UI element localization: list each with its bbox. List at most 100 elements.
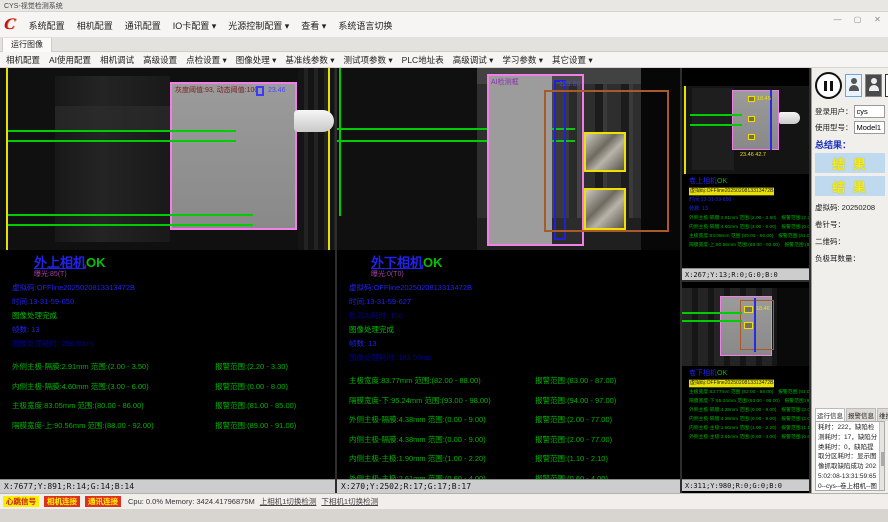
yellow-marker-box bbox=[744, 306, 753, 313]
log-scrollbar[interactable] bbox=[879, 422, 884, 490]
menu-item-light-config[interactable]: 光源控制配置 ▾ bbox=[228, 19, 289, 32]
tool-learning-params[interactable]: 学习参数 ▾ bbox=[502, 54, 543, 66]
pause-button[interactable] bbox=[815, 72, 842, 99]
threshold-overlay-label: 灰度阈值:93, 动态阈值:100 bbox=[175, 85, 258, 95]
tool-test-params[interactable]: 测试项参数 ▾ bbox=[344, 54, 393, 66]
tab-run-image[interactable]: 运行图像 bbox=[2, 37, 52, 52]
run-log-box[interactable]: 耗时：222，缺陷检测耗时：17，缺陷分类耗时：0，缺陷提取分区耗时：显示图像抓… bbox=[815, 421, 885, 491]
tool-advanced-debug[interactable]: 高级调试 ▾ bbox=[453, 54, 494, 66]
yellow-measure-label: 18.46 bbox=[756, 306, 770, 312]
tab-run-info[interactable]: 运行信息 bbox=[815, 408, 845, 421]
yellow-defect-box bbox=[584, 132, 626, 172]
app-logo-icon: C bbox=[3, 16, 16, 34]
processing-done-line: 图像处理完成 bbox=[12, 310, 335, 321]
close-button[interactable]: ✕ bbox=[871, 15, 884, 24]
camera-result-title: 卷上相机OK bbox=[689, 177, 809, 186]
minimize-button[interactable]: — bbox=[831, 15, 844, 24]
camera-panel-outer-lower: AI检测框 123.60 外下相机OK 曝光:0(T0) 虚拟码:OFFline… bbox=[337, 68, 682, 493]
ai-elapsed-line: 检测AI耗时: 106 bbox=[349, 310, 680, 321]
model-input[interactable] bbox=[854, 121, 886, 134]
menubar: C 系统配置 相机配置 通讯配置 IO卡配置 ▾ 光源控制配置 ▾ 查看 ▾ 系… bbox=[0, 12, 888, 38]
machinery-band bbox=[55, 106, 170, 132]
thumbnail-reel-lower[interactable]: 18.46 卷下相机OK 虚拟码:OFFline2025020813313472… bbox=[682, 282, 809, 491]
login-user-input[interactable] bbox=[854, 105, 886, 118]
dark-region bbox=[777, 288, 809, 366]
tool-camera-config[interactable]: 相机配置 bbox=[6, 54, 40, 66]
tool-spot-check[interactable]: 点检设置 ▾ bbox=[186, 54, 227, 66]
menu-item-view[interactable]: 查看 ▾ bbox=[301, 19, 326, 32]
green-guide-line bbox=[8, 224, 253, 226]
toolbar: 相机配置 AI使用配置 相机调试 高级设置 点检设置 ▾ 图像处理 ▾ 基准线参… bbox=[0, 52, 888, 68]
frame-count-line: 帧数: 13 bbox=[689, 206, 791, 214]
lower-camera-switch-link[interactable]: 下相机1切换检测 bbox=[321, 496, 378, 507]
blue-measure-box bbox=[256, 86, 264, 96]
thumbnail-info-upper: 卷上相机OK 虚拟码:OFFline2025020813313472B 时间:1… bbox=[682, 174, 809, 250]
model-row: 使用型号： bbox=[815, 121, 885, 134]
thumbnail-column: 18.45 23.46 42.7 卷上相机OK 虚拟码:OFFline20250… bbox=[682, 68, 811, 493]
thumbnail-image-upper[interactable]: 18.45 23.46 42.7 bbox=[682, 86, 809, 174]
yellow-marker-box bbox=[744, 322, 753, 329]
tab-maintain-info[interactable]: 维护信息 bbox=[877, 408, 888, 421]
alarm-range: 报警范围:(1.10 - 2.10) bbox=[535, 453, 608, 464]
white-connector bbox=[779, 112, 800, 124]
camera-image-outer-lower[interactable]: AI检测框 123.60 bbox=[337, 68, 680, 250]
tab-alarm-info[interactable]: 报警信息 bbox=[846, 408, 876, 421]
alarm-range: 报警范围:(2.00 - 77.00) bbox=[535, 414, 612, 425]
camera-result-title: 外下相机OK bbox=[371, 256, 680, 270]
upper-camera-switch-link[interactable]: 上相机1切换检测 bbox=[260, 496, 317, 507]
tab-strip: 运行图像 bbox=[0, 38, 888, 52]
camera-name: 卷上相机 bbox=[689, 178, 717, 185]
result-box-lower: 结 果 bbox=[815, 176, 885, 196]
measurement-row: 隔膜宽度-上:90.56mm 范围:(88.00 - 92.00)报警范围:(8… bbox=[12, 420, 335, 431]
tool-advanced-settings[interactable]: 高级设置 bbox=[143, 54, 177, 66]
measure-value: 外侧主极-隔膜:4.38mm 范围:(0.00 - 9.00) bbox=[349, 414, 535, 425]
status-bar: 心跳信号 相机连接 通讯连接 Cpu: 0.0% Memory: 3424.41… bbox=[0, 493, 888, 509]
login-row: 登录用户： bbox=[815, 105, 885, 118]
user-login-button[interactable] bbox=[845, 74, 862, 97]
exposure-label: 曝光:0(T0) bbox=[371, 269, 680, 279]
frame-count-line: 帧数: 13 bbox=[349, 338, 680, 349]
measurement-row: 内侧主极-主极:1.90mm 范围:(1.00 - 2.20)报警范围:(1.1… bbox=[349, 453, 680, 464]
measure-value: 隔膜宽度-上:90.56mm 范围:(88.00 - 92.00) bbox=[12, 420, 215, 431]
tool-baseline-params[interactable]: 基准线参数 ▾ bbox=[285, 54, 334, 66]
camera-image-outer-upper[interactable]: 灰度阈值:93, 动态阈值:100 23.46 bbox=[0, 68, 335, 250]
pixel-coordinate-bar: X:311;Y:980;R:0;G:0;B:0 bbox=[682, 479, 809, 491]
yellow-marker-box bbox=[748, 96, 755, 102]
model-label: 使用型号： bbox=[815, 122, 853, 133]
virtual-code-chip: 虚拟码:OFFline2025020813313472B bbox=[689, 188, 774, 196]
measure-value: 内侧主极-主极:1.90mm 范围:(1.00 - 2.20) bbox=[349, 453, 535, 464]
green-guide-line bbox=[8, 130, 236, 132]
menu-item-camera-config[interactable]: 相机配置 bbox=[77, 19, 113, 32]
maximize-button[interactable]: ▢ bbox=[851, 15, 864, 24]
frame-count-line: 帧数: 13 bbox=[12, 324, 335, 335]
total-result-label: 总结果： bbox=[815, 138, 885, 151]
menu-item-comm-config[interactable]: 通讯配置 bbox=[125, 19, 161, 32]
roi-box-pink bbox=[732, 90, 779, 150]
qr-code-label: 二维码： bbox=[815, 236, 885, 247]
tool-image-processing[interactable]: 图像处理 ▾ bbox=[236, 54, 277, 66]
white-connector bbox=[294, 110, 334, 132]
yellow-marker-box bbox=[748, 134, 755, 140]
login-label: 登录用户： bbox=[815, 106, 853, 117]
camera-name: 外上相机 bbox=[34, 255, 86, 270]
time-line: 时间:13-31-59-650 bbox=[12, 296, 335, 307]
menu-item-system-config[interactable]: 系统配置 bbox=[29, 19, 65, 32]
user-manage-button[interactable] bbox=[865, 74, 882, 97]
measurement-row: 主极宽度:83.77mm 范围:(82.00 - 88.00)报警范围:(83.… bbox=[349, 375, 680, 386]
menu-item-io-config[interactable]: IO卡配置 ▾ bbox=[173, 19, 217, 32]
tool-ai-use-config[interactable]: AI使用配置 bbox=[49, 54, 91, 66]
measurement-row: 外侧主极-隔膜:2.91mm 范围:(2.00 - 3.50)报警范围:(2.2… bbox=[12, 361, 335, 372]
thumbnail-image-lower[interactable]: 18.46 bbox=[682, 288, 809, 366]
measure-value: 外侧主极-主极:2.61mm 范围:(0.60 - 4.00) bbox=[349, 473, 535, 480]
pixel-coordinate-bar: X:270;Y:2502;R:17;G:17;B:17 bbox=[337, 479, 680, 493]
green-guide-line bbox=[682, 320, 742, 322]
tool-plc-address[interactable]: PLC地址表 bbox=[402, 54, 444, 66]
alarm-range: 报警范围:(0.00 - 8.00) bbox=[215, 381, 288, 392]
yellow-defect-box bbox=[584, 188, 626, 230]
sidebar: 登录用户： 使用型号： 总结果： 结 果 结 果 虚拟码: 20250208 卷… bbox=[811, 68, 888, 493]
camera-info-outer-lower: 外下相机OK 曝光:0(T0) 虚拟码:OFFline2025020813313… bbox=[337, 250, 680, 479]
thumbnail-reel-upper[interactable]: 18.45 23.46 42.7 卷上相机OK 虚拟码:OFFline20250… bbox=[682, 68, 809, 282]
tool-other-settings[interactable]: 其它设置 ▾ bbox=[552, 54, 593, 66]
tool-camera-debug[interactable]: 相机调试 bbox=[100, 54, 134, 66]
menu-item-language[interactable]: 系统语言切换 bbox=[338, 19, 392, 32]
